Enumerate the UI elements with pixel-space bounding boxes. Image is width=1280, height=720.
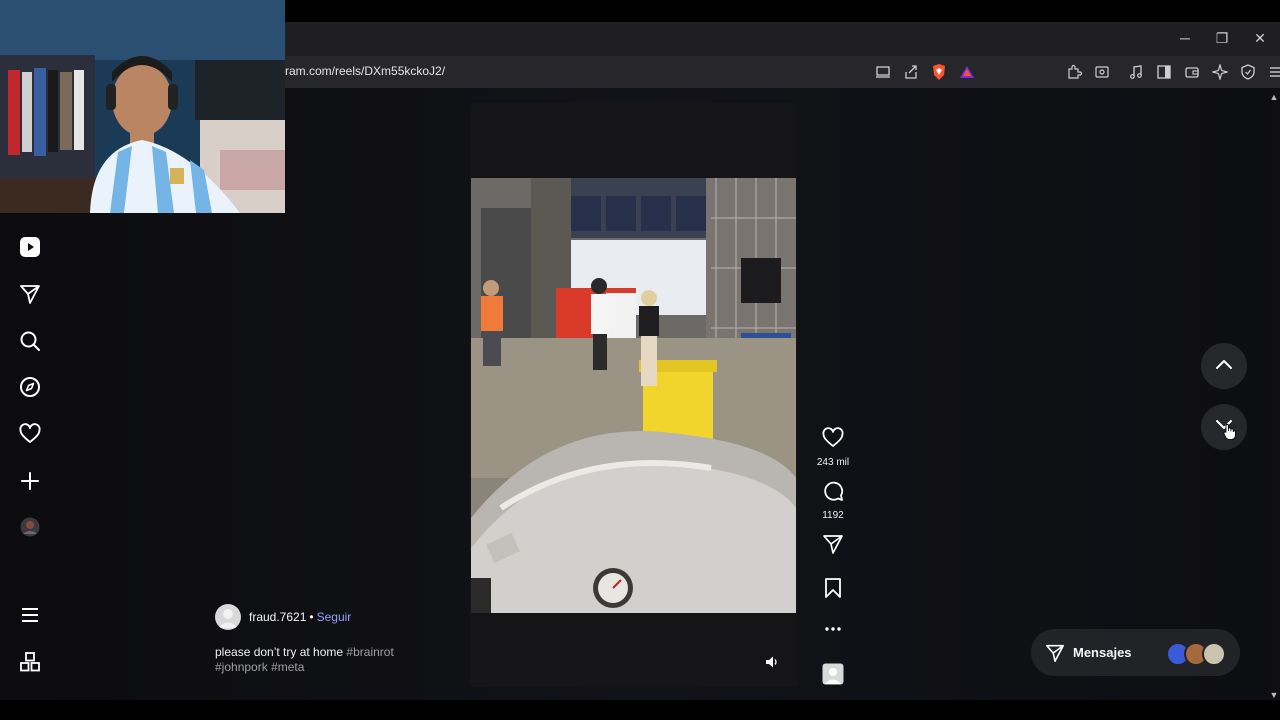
leo-ai-icon[interactable] — [1211, 63, 1229, 81]
screenshot-icon[interactable] — [1093, 63, 1111, 81]
apps-icon[interactable] — [18, 650, 42, 674]
search-icon[interactable] — [18, 329, 42, 353]
message-avatars — [1166, 642, 1226, 666]
hashtag-link[interactable]: #meta — [271, 660, 304, 674]
page-scrollbar[interactable] — [1268, 88, 1280, 700]
reels-icon[interactable] — [18, 235, 42, 259]
share-send-icon[interactable] — [822, 533, 844, 560]
comment-action[interactable]: 1192 — [818, 480, 848, 521]
comment-count: 1192 — [822, 510, 844, 521]
audio-avatar[interactable] — [818, 663, 848, 685]
author-separator: • — [309, 610, 314, 624]
hashtag-link[interactable]: #brainrot — [346, 645, 393, 659]
reel-author: fraud.7621 • Seguir — [215, 604, 351, 630]
scroll-up-arrow-icon[interactable]: ▲ — [1268, 91, 1280, 103]
screen-bottom-bar — [0, 700, 1280, 720]
close-button[interactable]: ✕ — [1248, 27, 1272, 49]
messages-send-icon — [1045, 643, 1065, 663]
messages-button[interactable]: Mensajes — [1031, 629, 1240, 676]
bookmark-icon[interactable] — [822, 577, 844, 604]
reel-caption: please don’t try at home #brainrot #johnp… — [215, 645, 415, 675]
profile-avatar[interactable] — [18, 515, 42, 539]
author-name[interactable]: fraud.7621 — [249, 610, 306, 624]
avatar — [1202, 642, 1226, 666]
author-avatar[interactable] — [215, 604, 241, 630]
like-heart-icon[interactable] — [822, 427, 844, 454]
browser-title-bar — [285, 22, 1280, 56]
heart-icon[interactable] — [18, 422, 42, 446]
more-dots-icon[interactable] — [823, 622, 843, 641]
send-icon[interactable] — [18, 282, 42, 306]
wallet-icon[interactable] — [1183, 63, 1201, 81]
follow-button[interactable]: Seguir — [317, 610, 352, 624]
brave-rewards-icon[interactable] — [958, 63, 976, 81]
webcam-overlay — [0, 0, 285, 213]
like-action[interactable]: 243 mil — [816, 427, 850, 468]
media-music-icon[interactable] — [1127, 63, 1145, 81]
explore-icon[interactable] — [18, 375, 42, 399]
chevron-up-icon — [1215, 357, 1233, 375]
reel-video[interactable] — [471, 178, 796, 613]
volume-icon[interactable] — [762, 652, 782, 672]
url-field[interactable]: ram.com/reels/DXm55kckoJ2/ — [285, 64, 445, 78]
menu-icon[interactable] — [18, 603, 42, 627]
share-icon[interactable] — [902, 63, 920, 81]
hashtag-link[interactable]: #johnpork — [215, 660, 268, 674]
previous-reel-button[interactable] — [1201, 343, 1247, 389]
sidebar-toggle-icon[interactable] — [1155, 63, 1173, 81]
restore-button[interactable]: ❐ — [1210, 27, 1234, 49]
like-count: 243 mil — [816, 457, 850, 468]
create-icon[interactable] — [18, 469, 42, 493]
cast-icon[interactable] — [874, 63, 892, 81]
messages-label: Mensajes — [1073, 645, 1132, 660]
extensions-icon[interactable] — [1065, 63, 1083, 81]
mouse-cursor-icon — [1223, 423, 1237, 446]
browser-menu-icon[interactable] — [1267, 63, 1280, 81]
comment-icon[interactable] — [822, 480, 844, 507]
minimize-button[interactable]: ─ — [1173, 27, 1197, 49]
share-action[interactable] — [818, 533, 848, 560]
vpn-shield-icon[interactable] — [1239, 63, 1257, 81]
caption-text: please don’t try at home — [215, 645, 347, 659]
brave-shield-icon[interactable] — [930, 63, 948, 81]
more-action[interactable] — [818, 622, 848, 641]
save-action[interactable] — [818, 577, 848, 604]
